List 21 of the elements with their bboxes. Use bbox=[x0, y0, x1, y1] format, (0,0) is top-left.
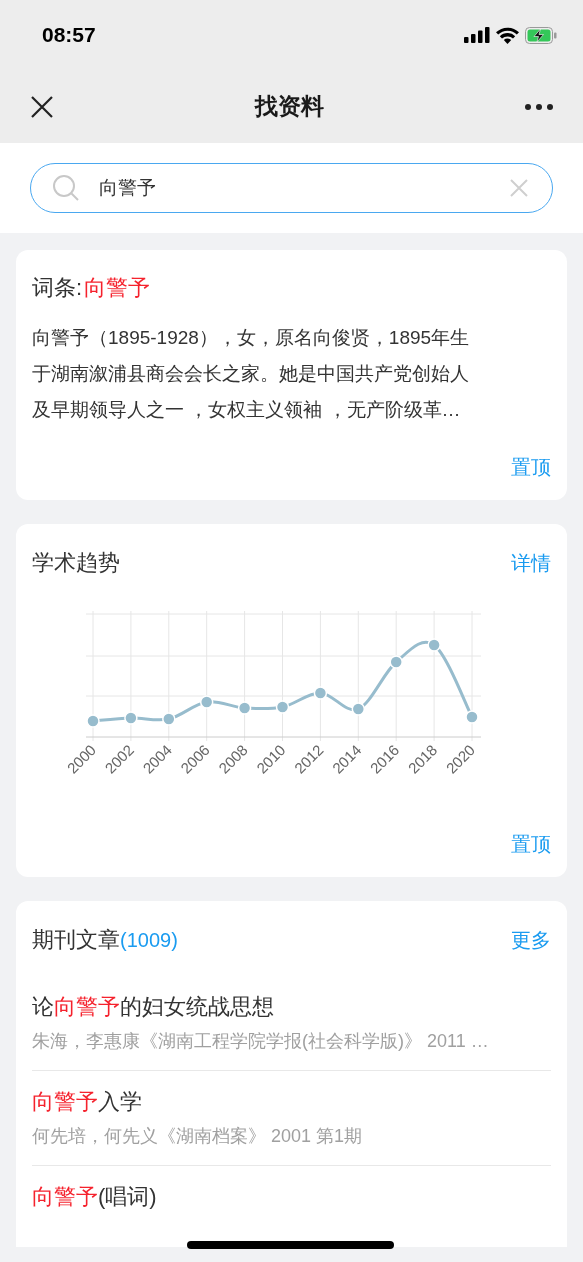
close-icon[interactable] bbox=[30, 94, 54, 119]
search-icon bbox=[52, 174, 80, 202]
article-count: (1009) bbox=[120, 928, 178, 953]
article-meta: 何先培，何先义《湖南档案》 2001 第1期 bbox=[32, 1125, 364, 1148]
signal-icon bbox=[464, 27, 490, 43]
article-title[interactable]: 论向警予的妇女统战思想 bbox=[32, 992, 551, 1022]
wifi-icon bbox=[496, 26, 519, 44]
status-time: 08:57 bbox=[42, 22, 96, 49]
article-meta: 朱海，李惠康《湖南工程学院学报(社会科学版)》 2011 … bbox=[32, 1030, 490, 1053]
card-title: 学术趋势 bbox=[32, 549, 120, 577]
article-title[interactable]: 向警予(唱词) bbox=[32, 1182, 551, 1212]
entry-label: 词条: bbox=[32, 274, 83, 302]
summary-line: 向警予（1895-1928），女，原名向俊贤，1895年生 bbox=[32, 326, 471, 350]
summary-line: 及早期领导人之一 ，女权主义领袖 ，无产阶级革… bbox=[32, 398, 462, 422]
more-icon[interactable] bbox=[525, 103, 553, 110]
page-title: 找资料 bbox=[255, 92, 324, 122]
entry-term: 向警予 bbox=[84, 274, 151, 302]
card-title: 期刊文章 bbox=[32, 926, 120, 954]
summary-line: 于湖南溆浦县商会会长之家。她是中国共产党创始人 bbox=[32, 362, 470, 386]
search-field[interactable]: 向警予 bbox=[30, 163, 553, 213]
article-title[interactable]: 向警予入学 bbox=[32, 1087, 551, 1117]
